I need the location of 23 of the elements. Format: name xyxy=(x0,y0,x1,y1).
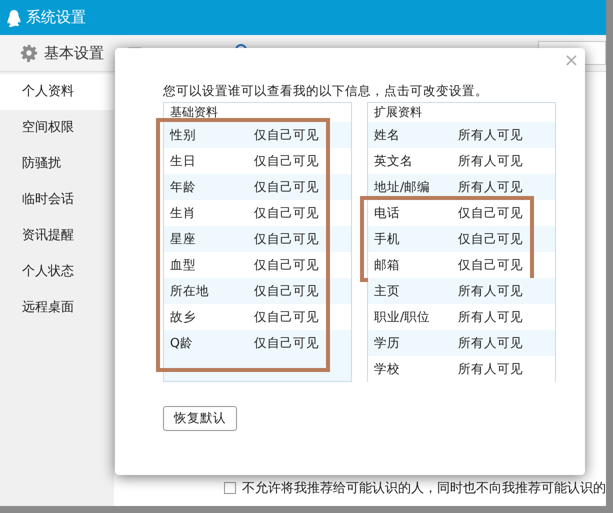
field-name: 故乡 xyxy=(170,308,197,326)
field-name: 学历 xyxy=(374,334,401,352)
field-name: 姓名 xyxy=(374,126,401,144)
field-name: 主页 xyxy=(374,282,401,300)
table-header: 扩展资料 xyxy=(368,103,555,122)
field-name: 邮箱 xyxy=(374,256,401,274)
field-name: 年龄 xyxy=(170,178,197,196)
field-name: 血型 xyxy=(170,256,197,274)
field-name: 所在地 xyxy=(170,282,210,300)
field-name: 学校 xyxy=(374,360,401,378)
window-title: 系统设置 xyxy=(26,7,86,28)
intro-text: 您可以设置谁可以查看我的以下信息，点击可改变设置。 xyxy=(163,82,489,100)
field-name: 星座 xyxy=(170,230,197,248)
field-name: 手机 xyxy=(374,230,401,248)
field-name: 生肖 xyxy=(170,204,197,222)
checkbox-label: 不允许将我推荐给可能认识的人，同时也不向我推荐可能认识的 xyxy=(242,480,606,498)
field-name: 地址/邮编 xyxy=(374,178,432,196)
field-name: 性别 xyxy=(170,126,197,144)
field-name: 职业/职位 xyxy=(374,308,432,326)
field-name: 生日 xyxy=(170,152,197,170)
field-name: 英文名 xyxy=(374,152,414,170)
field-name: Q龄 xyxy=(170,334,194,352)
field-name: 电话 xyxy=(374,204,401,222)
